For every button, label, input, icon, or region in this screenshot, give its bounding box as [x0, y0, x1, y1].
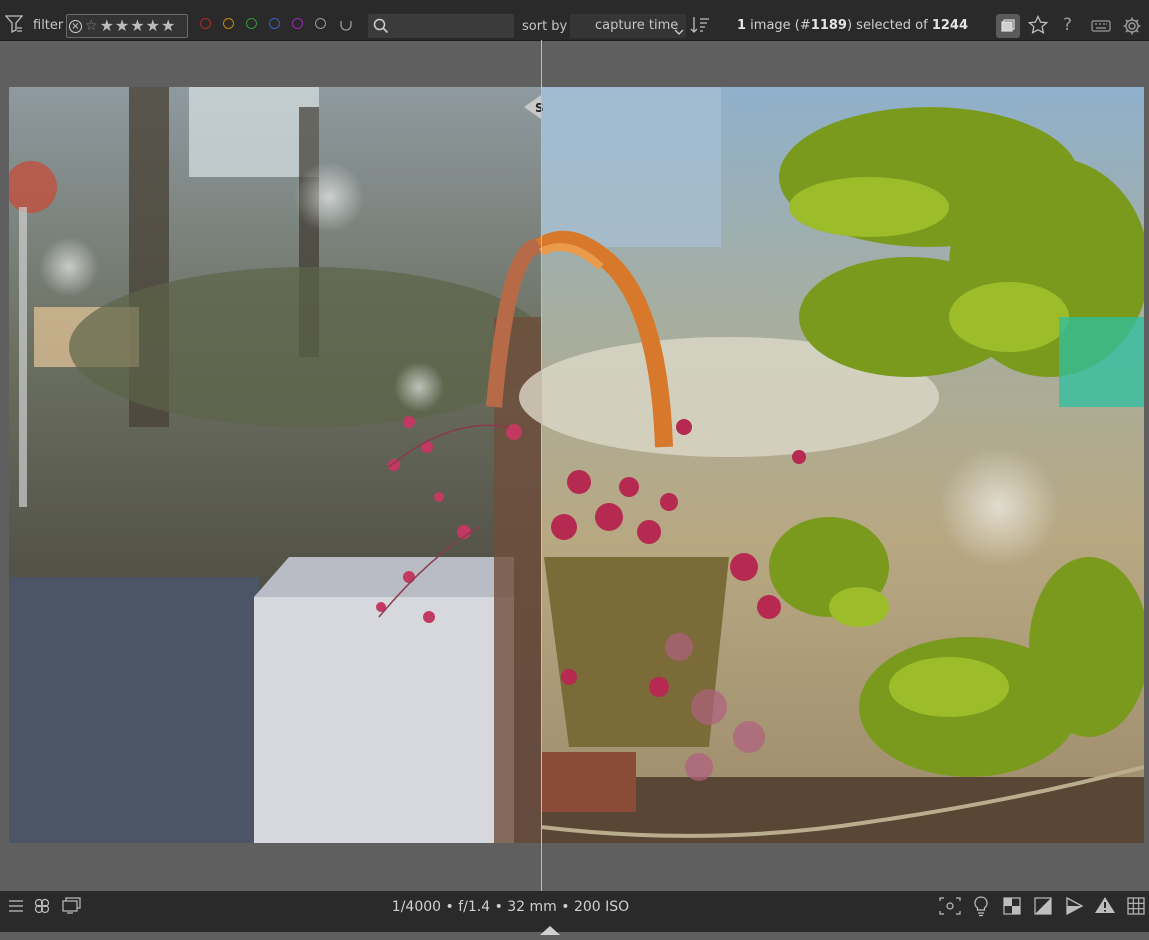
rating-filter[interactable]: × ☆ ★ ★ ★ ★ ★ — [66, 14, 188, 38]
filter-icon[interactable] — [4, 14, 24, 38]
color-label-yellow[interactable] — [223, 18, 234, 29]
warning-icon[interactable] — [1094, 895, 1116, 919]
filter-label: filter — [33, 18, 64, 33]
color-label-green[interactable] — [246, 18, 257, 29]
reject-icon[interactable]: × — [69, 19, 82, 33]
settings-icon[interactable] — [1122, 16, 1142, 40]
star-2[interactable]: ★ — [115, 18, 129, 34]
rejected-star-icon[interactable]: ☆ — [85, 18, 98, 34]
selected-count: 1 — [737, 18, 747, 33]
help-icon[interactable]: ? — [1063, 16, 1072, 34]
bottom-toolbar: 1/4000 • f/1.4 • 32 mm • 200 ISO — [0, 891, 1149, 935]
photo-comparison: S — [9, 87, 1144, 843]
sort-value: capture time — [595, 18, 679, 33]
right-image-half — [519, 87, 1144, 843]
total-count: 1244 — [931, 18, 969, 33]
image-id: 1189 — [810, 18, 847, 33]
color-label-blue[interactable] — [269, 18, 280, 29]
exif-info: 1/4000 • f/1.4 • 32 mm • 200 ISO — [391, 899, 630, 915]
softproof-icon[interactable] — [1002, 896, 1022, 920]
color-label-gray[interactable] — [315, 18, 326, 29]
image-viewer[interactable]: S — [9, 87, 1144, 843]
guides-icon[interactable] — [1126, 896, 1146, 920]
gamut-check-icon[interactable] — [1033, 896, 1053, 920]
status-text-image: image (# — [746, 18, 811, 33]
color-label-red[interactable] — [200, 18, 211, 29]
selection-status: 1 image (#1189) selected of 1244 — [737, 18, 968, 33]
sort-order-icon[interactable] — [690, 16, 710, 38]
star-icon[interactable] — [1027, 14, 1049, 39]
expand-arrow-icon[interactable] — [540, 921, 560, 940]
star-3[interactable]: ★ — [130, 18, 144, 34]
split-divider[interactable] — [541, 40, 542, 891]
left-image-half — [9, 87, 549, 843]
color-operator-icon[interactable] — [339, 17, 353, 36]
split-marker-label: S — [535, 101, 544, 115]
search-icon — [373, 18, 389, 38]
star-4[interactable]: ★ — [146, 18, 160, 34]
color-label-purple[interactable] — [292, 18, 303, 29]
star-5[interactable]: ★ — [161, 18, 175, 34]
overexposed-icon[interactable] — [1064, 896, 1084, 920]
top-toolbar: filter × ☆ ★ ★ ★ ★ ★ sort by capture tim… — [0, 0, 1149, 41]
keyboard-icon[interactable] — [1091, 18, 1111, 37]
sort-dropdown[interactable]: capture time — [570, 14, 686, 38]
sort-label: sort by — [522, 19, 568, 34]
chevron-down-icon — [674, 21, 684, 45]
lightbulb-icon[interactable] — [972, 895, 990, 921]
grouping-icon[interactable] — [996, 14, 1020, 38]
focus-peaking-icon[interactable] — [939, 896, 961, 920]
search-input[interactable] — [368, 14, 514, 38]
star-1[interactable]: ★ — [100, 18, 114, 34]
status-text-selected: ) selected of — [846, 18, 932, 33]
